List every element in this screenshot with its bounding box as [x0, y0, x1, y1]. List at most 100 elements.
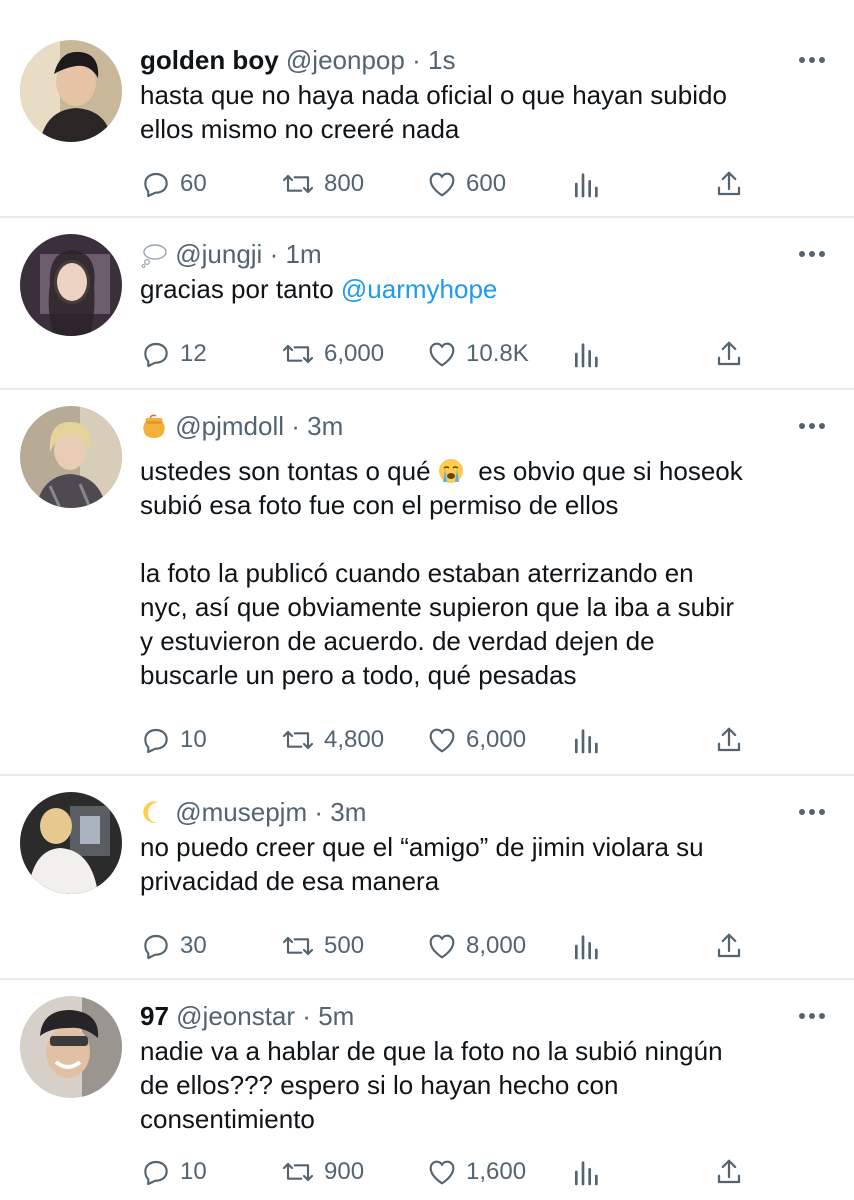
user-handle[interactable]: @jeonstar [176, 1001, 295, 1031]
avatar[interactable] [20, 792, 122, 894]
analytics-icon [575, 1161, 598, 1186]
analytics-button[interactable] [572, 334, 602, 374]
retweet-button[interactable]: 6,000 [280, 334, 384, 374]
display-name[interactable]: 97 [140, 1001, 169, 1031]
analytics-icon [575, 173, 598, 198]
retweet-count: 4,800 [324, 726, 385, 753]
reply-count: 12 [180, 340, 207, 367]
display-name[interactable]: golden boy [140, 45, 279, 75]
share-button[interactable] [714, 720, 744, 760]
like-count: 8,000 [466, 932, 527, 959]
retweet-count: 800 [324, 170, 365, 197]
user-handle[interactable]: @musepjm [175, 797, 307, 827]
like-count: 10.8K [466, 340, 529, 367]
analytics-button[interactable] [572, 926, 602, 966]
mention-link[interactable]: @uarmyhope [341, 274, 497, 304]
tweet-header: @pjmdoll · 3m [140, 408, 814, 444]
share-button[interactable] [714, 164, 744, 204]
retweet-button[interactable]: 900 [280, 1152, 364, 1192]
analytics-icon [575, 343, 598, 368]
like-button[interactable]: 8,000 [426, 926, 526, 966]
reply-button[interactable]: 10 [140, 1152, 207, 1192]
tweet[interactable]: golden boy @jeonpop · 1s hasta que no ha… [0, 0, 854, 218]
share-icon [717, 727, 741, 752]
tweet[interactable]: @jungji · 1m gracias por tanto @uarmyhop… [0, 218, 854, 390]
like-button[interactable]: 6,000 [426, 720, 526, 760]
analytics-button[interactable] [572, 164, 602, 204]
timestamp[interactable]: 1s [428, 45, 455, 75]
tweet-actions: 12 6,000 10.8K [140, 334, 760, 374]
share-icon [717, 171, 741, 196]
retweet-icon [282, 174, 314, 194]
reply-button[interactable]: 60 [140, 164, 207, 204]
tweet-actions: 10 4,800 6,000 [140, 720, 760, 760]
more-options-icon[interactable] [798, 421, 826, 431]
like-button[interactable]: 1,600 [426, 1152, 526, 1192]
tweet-actions: 60 800 600 [140, 164, 760, 204]
separator-dot: · [291, 411, 300, 441]
timestamp[interactable]: 3m [307, 411, 343, 441]
avatar[interactable] [20, 40, 122, 142]
retweet-count: 900 [324, 1158, 365, 1185]
timestamp[interactable]: 1m [285, 239, 321, 269]
reply-button[interactable]: 30 [140, 926, 207, 966]
tweet[interactable]: @musepjm · 3m no puedo creer que el “ami… [0, 776, 854, 980]
tweet-text: gracias por tanto @uarmyhope [140, 272, 814, 306]
share-icon [717, 933, 741, 958]
avatar[interactable] [20, 996, 122, 1098]
separator-dot: · [412, 45, 421, 75]
retweet-button[interactable]: 800 [280, 164, 364, 204]
share-button[interactable] [714, 334, 744, 374]
more-options-icon[interactable] [798, 55, 826, 65]
tweet[interactable]: @pjmdoll · 3m ustedes son tontas o qué e… [0, 390, 854, 776]
analytics-icon [575, 729, 598, 754]
retweet-count: 500 [324, 932, 365, 959]
share-button[interactable] [714, 1152, 744, 1192]
user-handle[interactable]: @jeonpop [286, 45, 405, 75]
avatar[interactable] [20, 406, 122, 508]
more-options-icon[interactable] [798, 807, 826, 817]
tweet-header: golden boy @jeonpop · 1s [140, 42, 814, 78]
tweet-actions: 10 900 1,600 [140, 1152, 760, 1192]
reply-icon [144, 934, 168, 960]
user-handle[interactable]: @jungji [175, 239, 262, 269]
more-options-icon[interactable] [798, 249, 826, 259]
heart-icon [429, 1160, 455, 1185]
thought-balloon-icon [141, 244, 167, 268]
user-handle[interactable]: @pjmdoll [175, 411, 284, 441]
tweet[interactable]: 97 @jeonstar · 5m nadie va a hablar de q… [0, 980, 854, 1200]
reply-button[interactable]: 12 [140, 334, 207, 374]
loudly-crying-face-icon [438, 459, 463, 483]
retweet-button[interactable]: 500 [280, 926, 364, 966]
like-count: 600 [466, 170, 507, 197]
analytics-button[interactable] [572, 720, 602, 760]
tweet-header: 97 @jeonstar · 5m [140, 998, 814, 1034]
reply-count: 10 [180, 726, 207, 753]
analytics-button[interactable] [572, 1152, 602, 1192]
share-button[interactable] [714, 926, 744, 966]
retweet-button[interactable]: 4,800 [280, 720, 384, 760]
crescent-moon-icon [143, 801, 158, 824]
reply-icon [144, 342, 168, 368]
retweet-count: 6,000 [324, 340, 385, 367]
tweet-text-plain: gracias por tanto [140, 274, 341, 304]
timestamp[interactable]: 3m [330, 797, 366, 827]
heart-icon [429, 728, 455, 753]
retweet-icon [282, 730, 314, 750]
retweet-icon [282, 1162, 314, 1182]
honey-pot-icon [143, 414, 165, 438]
reply-count: 30 [180, 932, 207, 959]
like-button[interactable]: 600 [426, 164, 506, 204]
reply-icon [144, 728, 168, 754]
tweet-header: @musepjm · 3m [140, 794, 814, 830]
timestamp[interactable]: 5m [318, 1001, 354, 1031]
reply-button[interactable]: 10 [140, 720, 207, 760]
like-button[interactable]: 10.8K [426, 334, 529, 374]
avatar[interactable] [20, 234, 122, 336]
more-options-icon[interactable] [798, 1011, 826, 1021]
reply-icon [144, 1160, 168, 1186]
analytics-icon [575, 935, 598, 960]
reply-count: 60 [180, 170, 207, 197]
share-icon [717, 341, 741, 366]
tweet-header: @jungji · 1m [140, 236, 814, 272]
